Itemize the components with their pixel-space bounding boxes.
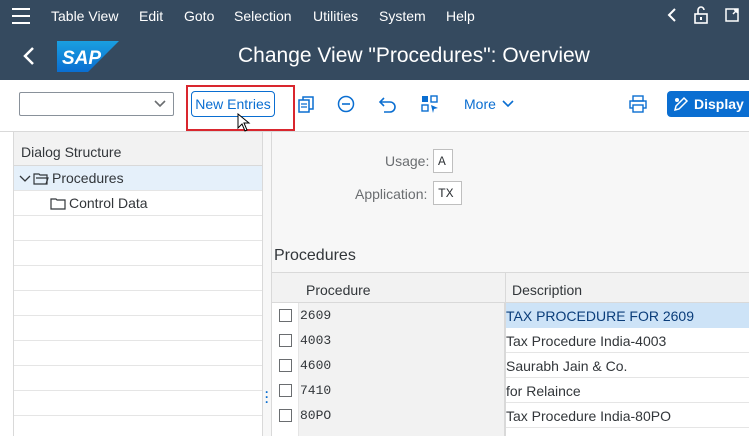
- row-selector: [272, 353, 299, 378]
- row-checkbox[interactable]: [279, 359, 292, 372]
- procedures-section-title: Procedures: [274, 247, 356, 264]
- procedure-cell[interactable]: 7410: [299, 378, 505, 403]
- tree-empty-row: [14, 241, 262, 266]
- table-row[interactable]: 7410 for Relaince: [272, 378, 749, 403]
- tree-item-label: Control Data: [69, 195, 148, 211]
- menu-goto[interactable]: Goto: [184, 8, 214, 24]
- row-checkbox[interactable]: [279, 384, 292, 397]
- table-header: Procedure Description: [272, 272, 749, 303]
- more-label: More: [464, 96, 496, 112]
- menu-bar: Table View Edit Goto Selection Utilities…: [0, 0, 749, 32]
- description-cell[interactable]: TAX PROCEDURE FOR 2609: [506, 303, 749, 328]
- application-label: Application:: [355, 186, 428, 202]
- usage-label: Usage:: [385, 153, 430, 169]
- page-title: Change View "Procedures": Overview: [238, 44, 590, 67]
- menu-utilities[interactable]: Utilities: [313, 8, 358, 24]
- folder-icon: [50, 198, 66, 210]
- menu-table-view[interactable]: Table View: [51, 8, 118, 24]
- more-menu-button[interactable]: More: [464, 96, 514, 112]
- table-row[interactable]: 2609 TAX PROCEDURE FOR 2609: [272, 303, 749, 328]
- dialog-structure-panel: Dialog Structure Procedures Control Data: [13, 132, 263, 436]
- command-field[interactable]: [19, 92, 174, 116]
- tree-item-control-data[interactable]: Control Data: [14, 191, 262, 216]
- description-cell[interactable]: for Relaince: [506, 378, 749, 403]
- chevron-down-icon: [502, 100, 514, 108]
- row-selector: [272, 303, 299, 328]
- application-toolbar: New Entries More Display: [0, 80, 749, 132]
- sap-logo-text: SAP: [62, 48, 101, 69]
- row-checkbox[interactable]: [279, 309, 292, 322]
- window-minimize-icon[interactable]: [725, 8, 739, 22]
- back-arrow-icon[interactable]: [22, 45, 36, 67]
- column-header-procedure[interactable]: Procedure: [306, 282, 371, 298]
- menu-system[interactable]: System: [379, 8, 426, 24]
- description-cell[interactable]: Saurabh Jain & Co.: [506, 353, 749, 378]
- menu-help[interactable]: Help: [446, 8, 475, 24]
- unlock-icon[interactable]: [693, 6, 709, 24]
- row-selector: [272, 378, 299, 403]
- column-divider[interactable]: [505, 272, 506, 436]
- procedure-cell[interactable]: 80PO: [299, 403, 505, 428]
- title-bar: SAP Change View "Procedures": Overview: [0, 32, 749, 80]
- table-row[interactable]: 4600 Saurabh Jain & Co.: [272, 353, 749, 378]
- table-row[interactable]: 80PO Tax Procedure India-80PO: [272, 403, 749, 428]
- description-cell[interactable]: Tax Procedure India-4003: [506, 328, 749, 353]
- print-icon[interactable]: [628, 94, 648, 114]
- dialog-structure-title: Dialog Structure: [14, 132, 262, 166]
- display-label: Display: [694, 96, 744, 112]
- chevron-down-icon[interactable]: [153, 98, 167, 110]
- description-cell[interactable]: Tax Procedure India-80PO: [506, 403, 749, 428]
- chevron-down-icon[interactable]: [19, 174, 31, 184]
- display-button[interactable]: Display: [667, 91, 749, 117]
- tree-empty-row: [14, 366, 262, 391]
- mouse-cursor-icon: [237, 113, 251, 132]
- procedures-table: Procedure Description 2609 TAX PROCEDURE…: [272, 272, 749, 436]
- new-entries-button[interactable]: New Entries: [191, 91, 275, 117]
- row-selector: [272, 328, 299, 353]
- delete-icon[interactable]: [336, 94, 356, 114]
- usage-field[interactable]: A: [433, 149, 453, 173]
- table-row[interactable]: 4003 Tax Procedure India-4003: [272, 328, 749, 353]
- procedure-cell[interactable]: 4003: [299, 328, 505, 353]
- row-checkbox[interactable]: [279, 334, 292, 347]
- row-selector: [272, 428, 299, 436]
- tree-empty-row: [14, 391, 262, 416]
- tree-empty-row: [14, 216, 262, 241]
- row-checkbox[interactable]: [279, 409, 292, 422]
- menu-edit[interactable]: Edit: [139, 8, 163, 24]
- column-header-description[interactable]: Description: [512, 282, 582, 298]
- description-text: TAX PROCEDURE FOR 2609: [506, 307, 695, 325]
- display-change-icon: [673, 96, 689, 112]
- tree-empty-row: [14, 341, 262, 366]
- splitter-handle-icon[interactable]: · · ·: [265, 386, 269, 408]
- tree-empty-row: [14, 416, 262, 436]
- chevron-left-icon[interactable]: [667, 7, 677, 23]
- undo-icon[interactable]: [378, 94, 398, 114]
- row-selector: [272, 403, 299, 428]
- procedure-cell[interactable]: [299, 428, 505, 436]
- application-field[interactable]: TX: [433, 181, 462, 205]
- sap-logo: SAP: [57, 41, 119, 72]
- tree-item-label: Procedures: [52, 170, 124, 186]
- procedure-cell[interactable]: 4600: [299, 353, 505, 378]
- select-blocks-icon[interactable]: [420, 94, 440, 114]
- folder-open-icon: [33, 173, 49, 185]
- tree-empty-row: [14, 266, 262, 291]
- menu-selection[interactable]: Selection: [234, 8, 292, 24]
- tree-empty-row: [14, 291, 262, 316]
- table-row[interactable]: [272, 428, 749, 436]
- procedure-cell[interactable]: 2609: [299, 303, 505, 328]
- tree-empty-row: [14, 316, 262, 341]
- tree-item-procedures[interactable]: Procedures: [14, 166, 262, 191]
- hamburger-menu-icon[interactable]: [12, 8, 30, 24]
- copy-icon[interactable]: [296, 94, 316, 114]
